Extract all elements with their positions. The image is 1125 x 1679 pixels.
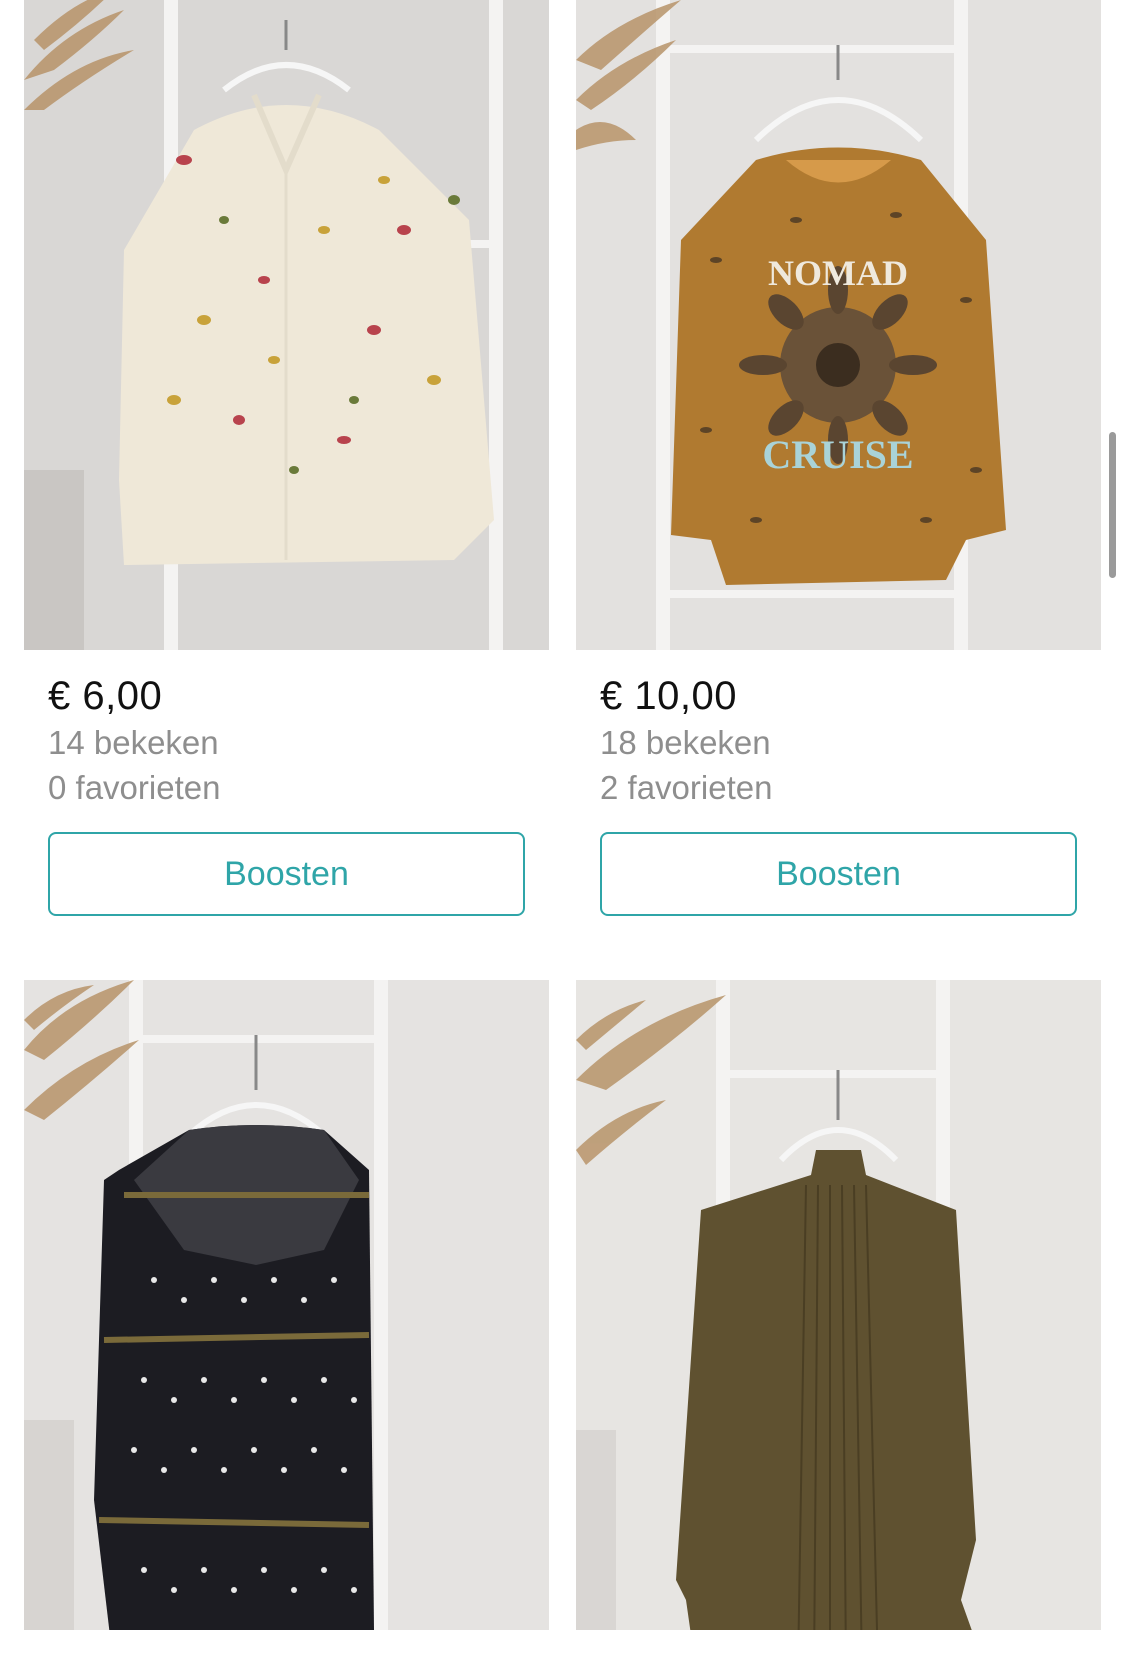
listing-price: € 6,00	[48, 674, 163, 718]
listing-price: € 10,00	[600, 674, 737, 718]
boost-button[interactable]: Boosten	[48, 832, 525, 916]
listing-info: € 6,00 14 bekeken 0 favorieten Boosten	[24, 650, 549, 916]
listing-photo[interactable]: NOMAD CRUISE	[576, 0, 1101, 650]
boost-button[interactable]: Boosten	[600, 832, 1077, 916]
listing-views: 18 bekeken	[600, 724, 771, 761]
listing-photo[interactable]	[24, 0, 549, 650]
sweater-print-bottom: CRUISE	[762, 432, 913, 477]
scrollbar[interactable]	[1109, 432, 1116, 578]
listings-grid: € 6,00 14 bekeken 0 favorieten Boosten N…	[0, 0, 1125, 1679]
sweater-print-top: NOMAD	[768, 253, 908, 293]
listing-views: 14 bekeken	[48, 724, 219, 761]
listing-favorites: 2 favorieten	[600, 769, 773, 806]
listing-info: € 10,00 18 bekeken 2 favorieten Boosten	[576, 650, 1101, 916]
listing-card[interactable]	[24, 980, 549, 1630]
listing-photo[interactable]	[24, 980, 549, 1630]
listing-photo[interactable]	[576, 980, 1101, 1630]
listing-favorites: 0 favorieten	[48, 769, 221, 806]
listing-card[interactable]	[576, 980, 1101, 1630]
listing-card[interactable]: NOMAD CRUISE € 10,00 18 bekeken 2 favori…	[576, 0, 1101, 916]
listing-card[interactable]: € 6,00 14 bekeken 0 favorieten Boosten	[24, 0, 549, 916]
